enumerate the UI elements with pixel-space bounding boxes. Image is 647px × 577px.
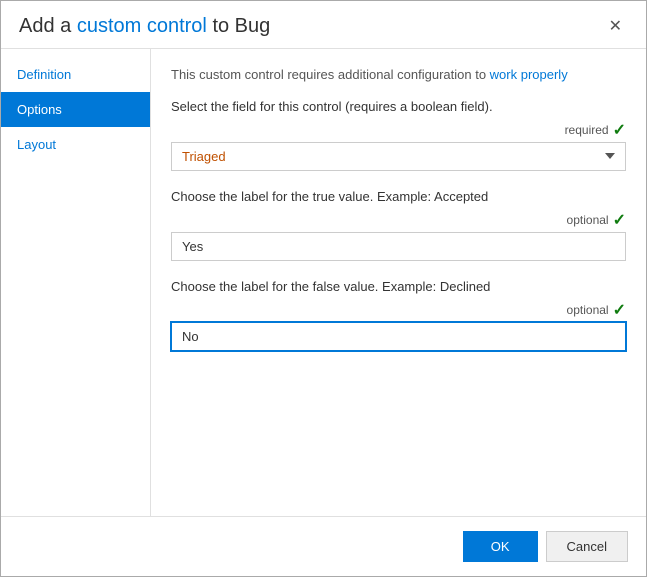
dialog-footer: OK Cancel [1,516,646,576]
true-label-row [171,232,626,261]
dialog-header: Add a custom control to Bug ✕ [1,1,646,48]
true-label-input[interactable] [171,232,626,261]
true-check-icon: ✓ [613,210,626,230]
title-suffix: to Bug [207,15,270,37]
false-label-row [171,322,626,351]
false-optional-row: optional ✓ [171,300,626,320]
sidebar-item-label: Layout [17,137,56,152]
false-label-description: Choose the label for the false value. Ex… [171,279,626,294]
sidebar: Definition Options Layout [1,49,151,516]
cancel-button[interactable]: Cancel [546,531,628,562]
field-select-label: Select the field for this control (requi… [171,99,626,114]
sidebar-item-layout[interactable]: Layout [1,127,150,162]
ok-button[interactable]: OK [463,531,538,562]
required-text: required [565,123,609,137]
title-static: Add a [19,15,77,37]
title-accent: custom control [77,15,207,37]
info-prefix: This custom control requires additional … [171,67,490,82]
required-row: required ✓ [171,120,626,140]
required-check-icon: ✓ [613,120,626,140]
field-select-section: Select the field for this control (requi… [171,99,626,171]
close-icon: ✕ [609,18,622,35]
info-accent: work properly [490,67,568,82]
sidebar-item-label: Options [17,102,62,117]
true-optional-text: optional [567,213,609,227]
content-area: This custom control requires additional … [151,49,646,516]
sidebar-item-label: Definition [17,67,71,82]
false-optional-text: optional [567,303,609,317]
info-message: This custom control requires additional … [171,65,626,85]
field-select-label-text: Select the field for this control (requi… [171,99,493,114]
true-label-description: Choose the label for the true value. Exa… [171,189,626,204]
false-check-icon: ✓ [613,300,626,320]
false-label-section: Choose the label for the false value. Ex… [171,279,626,351]
add-custom-control-dialog: Add a custom control to Bug ✕ Definition… [0,0,647,577]
close-button[interactable]: ✕ [603,17,628,37]
true-optional-row: optional ✓ [171,210,626,230]
sidebar-item-options[interactable]: Options [1,92,150,127]
false-label-input[interactable] [171,322,626,351]
field-select-row: Triaged [171,142,626,171]
sidebar-item-definition[interactable]: Definition [1,57,150,92]
true-label-section: Choose the label for the true value. Exa… [171,189,626,261]
dialog-title: Add a custom control to Bug [19,15,270,38]
field-select-dropdown[interactable]: Triaged [171,142,626,171]
dialog-body: Definition Options Layout This custom co… [1,48,646,516]
